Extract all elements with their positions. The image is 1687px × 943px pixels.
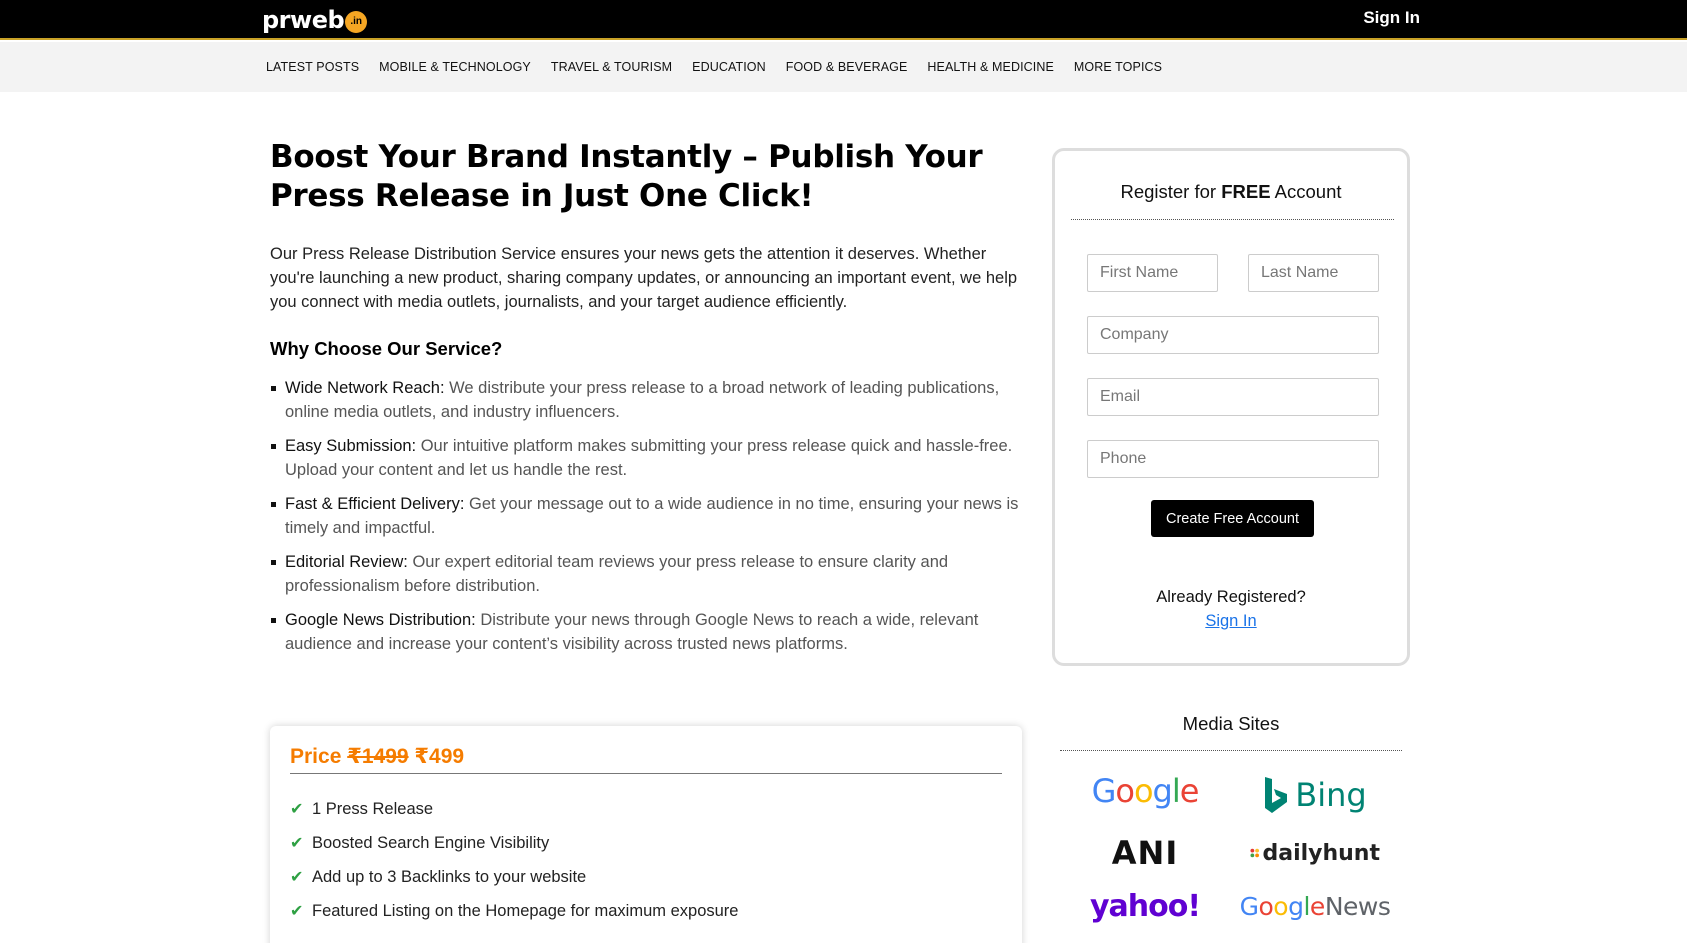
register-title-suffix: Account <box>1270 181 1342 202</box>
email-input[interactable] <box>1087 378 1379 416</box>
nav-item-health-medicine[interactable]: HEALTH & MEDICINE <box>927 60 1054 74</box>
check-icon: ✔ <box>290 801 304 818</box>
price-old: ₹1499 <box>347 745 409 768</box>
price-feature-text: Add up to 3 Backlinks to your website <box>312 867 587 886</box>
bing-icon <box>1265 777 1288 813</box>
category-nav: LATEST POSTS MOBILE & TECHNOLOGY TRAVEL … <box>0 42 1687 92</box>
price-feature-text: Featured Listing on the Homepage for max… <box>312 901 739 920</box>
register-sign-in-link[interactable]: Sign In <box>1055 612 1407 631</box>
price-card: Price ₹1499 ₹499 ✔ 1 Press Release ✔ Boost… <box>270 726 1022 943</box>
register-title: Register for FREE Account <box>1055 181 1407 203</box>
feature-item: Easy Submission: Our intuitive platform … <box>270 434 1022 482</box>
feature-title: Easy Submission: <box>285 437 417 455</box>
price-feature-item: ✔ Add up to 3 Backlinks to your website <box>290 860 1002 894</box>
dailyhunt-logo: dailyhunt <box>1250 832 1380 874</box>
dailyhunt-text: dailyhunt <box>1262 840 1380 866</box>
phone-input[interactable] <box>1087 440 1379 478</box>
why-choose-heading: Why Choose Our Service? <box>270 338 503 359</box>
feature-title: Fast & Efficient Delivery: <box>285 495 465 513</box>
top-bar: prweb .in Sign In <box>0 0 1687 40</box>
feature-item: Wide Network Reach: We distribute your p… <box>270 376 1022 424</box>
media-divider <box>1060 750 1402 751</box>
register-divider <box>1071 219 1394 220</box>
nav-item-education[interactable]: EDUCATION <box>692 60 766 74</box>
nav-item-travel-tourism[interactable]: TRAVEL & TOURISM <box>551 60 672 74</box>
register-title-free: FREE <box>1221 181 1271 202</box>
price-row: Price ₹1499 ₹499 <box>290 744 1002 774</box>
create-free-account-button[interactable]: Create Free Account <box>1151 500 1314 537</box>
check-icon: ✔ <box>290 835 304 852</box>
nav-item-latest-posts[interactable]: LATEST POSTS <box>266 60 359 74</box>
bing-text: Bing <box>1295 776 1367 814</box>
header-sign-in-link[interactable]: Sign In <box>1363 8 1420 28</box>
price-feature-list: ✔ 1 Press Release ✔ Boosted Search Engine … <box>290 792 1002 928</box>
page-headline: Boost Your Brand Instantly – Publish You… <box>270 139 983 214</box>
dailyhunt-icon <box>1250 848 1259 858</box>
price-new: ₹499 <box>414 745 465 768</box>
nav-item-mobile-technology[interactable]: MOBILE & TECHNOLOGY <box>379 60 531 74</box>
register-card: Register for FREE Account Create Free Ac… <box>1052 148 1410 666</box>
feature-title: Wide Network Reach: <box>285 379 445 397</box>
price-feature-text: Boosted Search Engine Visibility <box>312 833 550 852</box>
feature-item: Fast & Efficient Delivery: Get your mess… <box>270 492 1022 540</box>
feature-item: Google News Distribution: Distribute you… <box>270 608 1022 656</box>
bing-logo: Bing <box>1250 772 1380 818</box>
first-name-input[interactable] <box>1087 254 1218 292</box>
already-registered-text: Already Registered? <box>1156 588 1306 606</box>
nav-items: LATEST POSTS MOBILE & TECHNOLOGY TRAVEL … <box>266 42 1162 92</box>
yahoo-logo: yahoo! <box>1089 888 1201 924</box>
price-feature-item: ✔ Boosted Search Engine Visibility <box>290 826 1002 860</box>
check-icon: ✔ <box>290 903 304 920</box>
logo-text: prweb <box>262 6 345 34</box>
nav-item-more-topics[interactable]: MORE TOPICS <box>1074 60 1162 74</box>
price-feature-text: 1 Press Release <box>312 799 434 818</box>
logo-badge: .in <box>345 10 368 33</box>
price-label: Price <box>290 745 342 768</box>
last-name-input[interactable] <box>1248 254 1379 292</box>
feature-title: Editorial Review: <box>285 553 408 571</box>
check-icon: ✔ <box>290 869 304 886</box>
ani-logo: ANI <box>1111 834 1179 872</box>
register-title-prefix: Register for <box>1120 181 1222 202</box>
company-input[interactable] <box>1087 316 1379 354</box>
google-logo: Google <box>1091 772 1200 810</box>
media-sites-title: Media Sites <box>1182 713 1280 734</box>
feature-list: Wide Network Reach: We distribute your p… <box>270 376 1022 656</box>
nav-item-food-beverage[interactable]: FOOD & BEVERAGE <box>786 60 908 74</box>
feature-title: Google News Distribution: <box>285 611 476 629</box>
price-feature-item: ✔ Featured Listing on the Homepage for ma… <box>290 894 1002 928</box>
site-logo[interactable]: prweb .in <box>262 6 368 34</box>
feature-item: Editorial Review: Our expert editorial t… <box>270 550 1022 598</box>
intro-paragraph: Our Press Release Distribution Service e… <box>270 245 1018 311</box>
main-content: Boost Your Brand Instantly – Publish You… <box>270 138 1022 666</box>
google-news-logo: Go o g l e News <box>1239 891 1391 921</box>
price-feature-item: ✔ 1 Press Release <box>290 792 1002 826</box>
